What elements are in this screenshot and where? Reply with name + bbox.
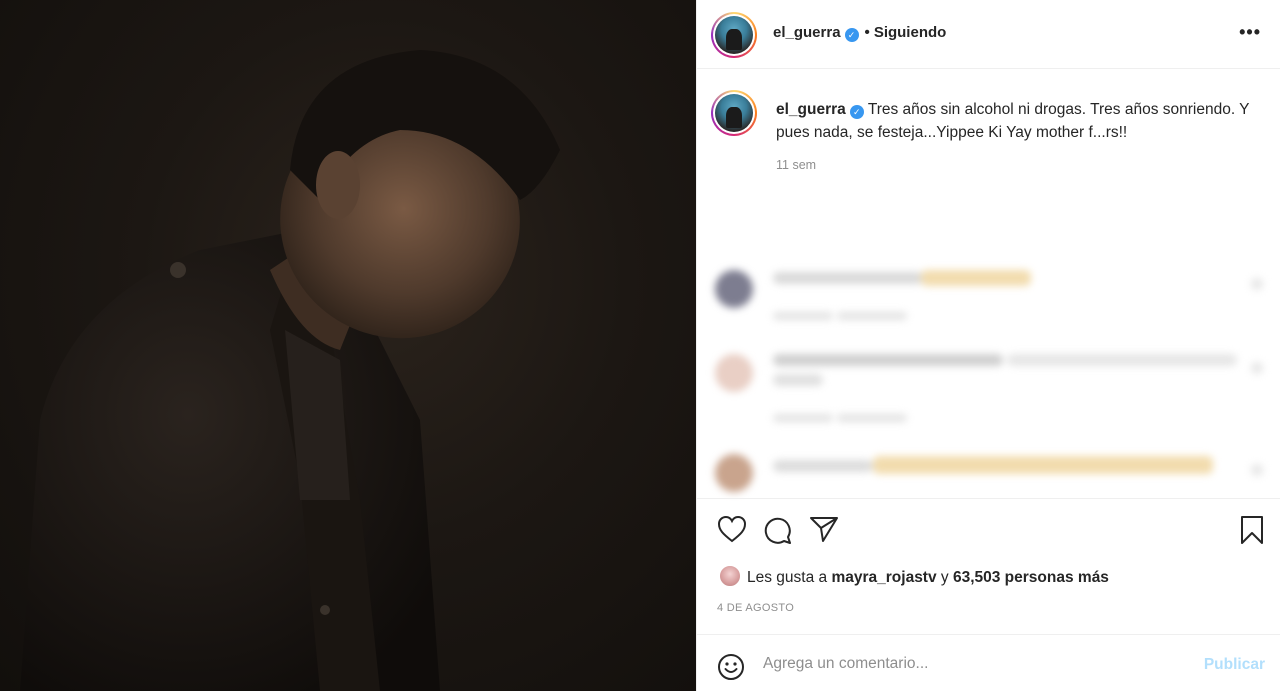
caption-text-block: el_guerra ✓ Tres años sin alcohol ni drog… — [776, 98, 1266, 144]
profile-picture — [715, 16, 753, 54]
caption-verified-badge-icon: ✓ — [849, 105, 864, 119]
comment-line — [773, 414, 833, 422]
comment-line — [921, 270, 1031, 286]
comment-heart-icon — [1251, 362, 1263, 374]
likes-connector: y — [940, 569, 949, 586]
caption-username[interactable]: el_guerra — [776, 101, 846, 118]
comment-avatar — [715, 270, 753, 308]
emoji-icon[interactable] — [717, 653, 745, 681]
likes-prefix: Les gusta a — [747, 569, 828, 586]
liked-by-username[interactable]: mayra_rojastv — [831, 569, 936, 586]
following-button[interactable]: Siguiendo — [874, 24, 947, 41]
likes-summary: Les gusta a mayra_rojastv y 63,503 perso… — [719, 565, 1109, 587]
comment-line — [773, 354, 1003, 366]
publish-button[interactable]: Publicar — [1204, 656, 1265, 674]
comment-line — [773, 374, 823, 386]
comment-line — [773, 460, 873, 472]
more-options-icon[interactable]: ••• — [1239, 22, 1261, 43]
comment-line — [1007, 354, 1237, 366]
add-comment-section: Publicar — [697, 634, 1280, 691]
liker-avatar[interactable] — [719, 565, 741, 587]
comment-line — [837, 312, 907, 320]
send-icon[interactable] — [809, 515, 839, 543]
post-detail-panel: el_guerra ✓ • Siguiendo ••• el_guerra ✓ Tres… — [696, 0, 1280, 691]
comment-input[interactable] — [763, 653, 1183, 675]
post-header: el_guerra ✓ • Siguiendo ••• — [697, 0, 1280, 69]
likes-count-link[interactable]: 63,503 personas más — [953, 569, 1109, 586]
caption-body: Tres años sin alcohol ni drogas. Tres añ… — [776, 101, 1250, 141]
post-photo[interactable] — [0, 0, 696, 691]
comment-line — [773, 272, 923, 284]
verified-badge-icon: ✓ — [844, 28, 859, 42]
comment-heart-icon — [1251, 464, 1263, 476]
man-in-dark-coat-photo — [20, 50, 560, 691]
bookmark-icon[interactable] — [1239, 515, 1265, 545]
separator-dot: • — [864, 24, 870, 41]
caption-avatar[interactable] — [711, 90, 757, 136]
comment-avatar — [715, 354, 753, 392]
header-username[interactable]: el_guerra — [773, 24, 841, 41]
post-date[interactable]: 4 DE AGOSTO — [717, 602, 794, 614]
caption-profile-picture — [715, 94, 753, 132]
avatar[interactable] — [711, 12, 757, 58]
action-bar — [697, 498, 1280, 544]
comment-line — [873, 456, 1213, 474]
heart-icon[interactable] — [717, 515, 747, 543]
comment-heart-icon — [1251, 278, 1263, 290]
comment-line — [773, 312, 833, 320]
header-user-line: el_guerra ✓ • Siguiendo — [773, 24, 946, 42]
blurred-comments-list — [707, 250, 1280, 492]
comment-icon[interactable] — [763, 515, 793, 545]
comment-avatar — [715, 454, 753, 492]
comment-line — [837, 414, 907, 422]
caption-timestamp[interactable]: 11 sem — [776, 158, 816, 172]
